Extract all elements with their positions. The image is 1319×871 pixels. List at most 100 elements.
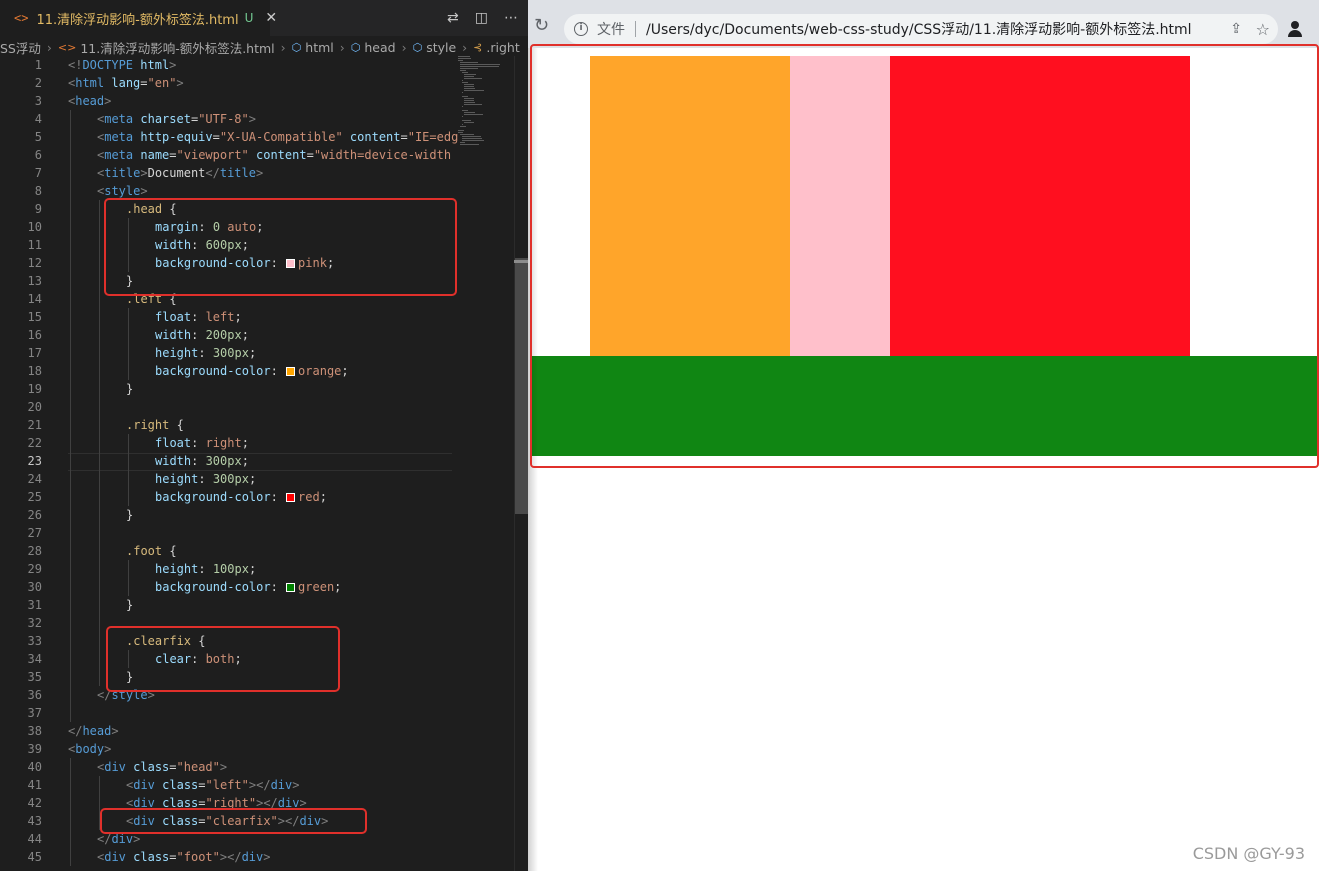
minimap-line xyxy=(458,132,463,133)
minimap-line xyxy=(464,102,476,103)
line-number: 3 xyxy=(34,94,42,108)
code-line: height: 300px; xyxy=(155,472,257,486)
breadcrumb-file[interactable]: 11.清除浮动影响-额外标签法.html xyxy=(80,38,274,57)
code-line: <title>Document</title> xyxy=(97,166,264,180)
address-divider xyxy=(635,21,636,37)
code-line: } xyxy=(126,598,134,612)
symbol-class-icon: ⊰ xyxy=(473,40,483,54)
line-number: 36 xyxy=(27,688,42,702)
line-number: 26 xyxy=(27,508,42,522)
line-number: 43 xyxy=(27,814,42,828)
minimap-line xyxy=(460,68,479,69)
line-number: 16 xyxy=(27,328,42,342)
line-number: 15 xyxy=(27,310,42,324)
url-text[interactable]: /Users/dyc/Documents/web-css-study/CSS浮动… xyxy=(646,19,1192,39)
minimap-line xyxy=(462,140,485,141)
minimap-line xyxy=(462,92,463,93)
line-number: 17 xyxy=(27,346,42,360)
minimap-line xyxy=(464,88,476,89)
breadcrumb-style[interactable]: style xyxy=(426,40,456,55)
minimap-line xyxy=(462,72,468,73)
code-line: } xyxy=(126,382,134,396)
minimap-line xyxy=(460,70,466,71)
editor-tab-bar: <> 11.清除浮动影响-额外标签法.html U ✕ ⇄ ◫ ⋯ xyxy=(0,0,528,36)
minimap-line xyxy=(464,86,475,87)
share-icon[interactable]: ⇪ xyxy=(1230,21,1242,37)
line-number: 39 xyxy=(27,742,42,756)
minimap-line xyxy=(464,104,482,105)
code-line: background-color: red; xyxy=(155,490,327,504)
minimap-line xyxy=(460,144,480,145)
indent-guide xyxy=(70,110,71,722)
line-number: 33 xyxy=(27,634,42,648)
line-number: 6 xyxy=(34,148,42,162)
editor-scrollbar-thumb[interactable] xyxy=(515,258,528,514)
code-editor: <> 11.清除浮动影响-额外标签法.html U ✕ ⇄ ◫ ⋯ SS浮动 ›… xyxy=(0,0,528,871)
line-number: 23 xyxy=(27,454,42,468)
code-line: width: 200px; xyxy=(155,328,249,342)
minimap-line xyxy=(458,58,471,59)
code-line: <div class="foot"></div> xyxy=(97,850,271,864)
line-number: 28 xyxy=(27,544,42,558)
line-number: 1 xyxy=(34,58,42,72)
line-number: 38 xyxy=(27,724,42,738)
line-number: 21 xyxy=(27,418,42,432)
code-line: .right { xyxy=(126,418,184,432)
code-line: <meta http-equiv="X-UA-Compatible" conte… xyxy=(97,130,459,144)
minimap-line xyxy=(460,134,475,135)
code-area[interactable]: 1 <!DOCTYPE html> 2 <html lang="en"> 3 <head>… xyxy=(0,56,458,871)
tab-close-icon[interactable]: ✕ xyxy=(265,10,277,26)
code-line: background-color: orange; xyxy=(155,364,349,378)
info-icon[interactable]: i xyxy=(574,22,588,36)
more-actions-icon[interactable]: ⋯ xyxy=(504,10,518,26)
reload-icon[interactable]: ↻ xyxy=(534,15,549,36)
line-number: 32 xyxy=(27,616,42,630)
line-number: 7 xyxy=(34,166,42,180)
code-line: <body> xyxy=(68,742,112,756)
profile-avatar-icon[interactable] xyxy=(1285,19,1305,39)
line-number: 13 xyxy=(27,274,42,288)
line-number: 41 xyxy=(27,778,42,792)
breadcrumb: SS浮动 › <> 11.清除浮动影响-额外标签法.html › ⬡ html … xyxy=(0,36,528,58)
editor-actions: ⇄ ◫ ⋯ xyxy=(447,0,518,36)
minimap-line xyxy=(464,74,476,75)
breadcrumb-folder[interactable]: SS浮动 xyxy=(0,38,41,57)
line-number: 4 xyxy=(34,112,42,126)
highlight-box-clearfix-div xyxy=(100,808,367,834)
line-number: 27 xyxy=(27,526,42,540)
breadcrumb-html[interactable]: html xyxy=(305,40,333,55)
minimap-line xyxy=(460,64,500,65)
minimap-line xyxy=(464,122,474,123)
code-line: <meta charset="UTF-8"> xyxy=(97,112,256,126)
breadcrumb-right[interactable]: .right xyxy=(486,40,519,55)
indent-guide xyxy=(128,434,129,506)
minimap-line xyxy=(462,136,482,137)
line-number: 45 xyxy=(27,850,42,864)
tab-title: 11.清除浮动影响-额外标签法.html xyxy=(36,12,239,28)
line-number: 18 xyxy=(27,364,42,378)
breadcrumb-head[interactable]: head xyxy=(364,40,395,55)
address-bar[interactable]: i 文件 /Users/dyc/Documents/web-css-study/… xyxy=(564,14,1278,44)
browser-toolbar: ↻ i 文件 /Users/dyc/Documents/web-css-stud… xyxy=(528,0,1319,48)
minimap-line xyxy=(462,138,482,139)
editor-tab[interactable]: <> 11.清除浮动影响-额外标签法.html U ✕ xyxy=(0,0,277,36)
line-number: 22 xyxy=(27,436,42,450)
line-number: 9 xyxy=(34,202,42,216)
line-number: 11 xyxy=(27,238,42,252)
highlight-box-browser-result xyxy=(530,44,1319,468)
line-number: 14 xyxy=(27,292,42,306)
tab-untracked-badge: U xyxy=(244,11,254,25)
minimap-line xyxy=(462,110,468,111)
compare-changes-icon[interactable]: ⇄ xyxy=(447,10,459,26)
element-icon: ⬡ xyxy=(412,40,423,54)
split-editor-icon[interactable]: ◫ xyxy=(475,10,488,26)
bookmark-star-icon[interactable]: ☆ xyxy=(1256,20,1270,39)
html-file-icon: <> xyxy=(14,11,29,25)
line-number: 42 xyxy=(27,796,42,810)
chevron-right-icon: › xyxy=(280,39,286,55)
indent-guide xyxy=(70,758,71,866)
code-line: } xyxy=(126,508,134,522)
highlight-box-clearfix-rule xyxy=(106,626,340,692)
minimap[interactable] xyxy=(458,56,514,146)
line-number: 37 xyxy=(27,706,42,720)
